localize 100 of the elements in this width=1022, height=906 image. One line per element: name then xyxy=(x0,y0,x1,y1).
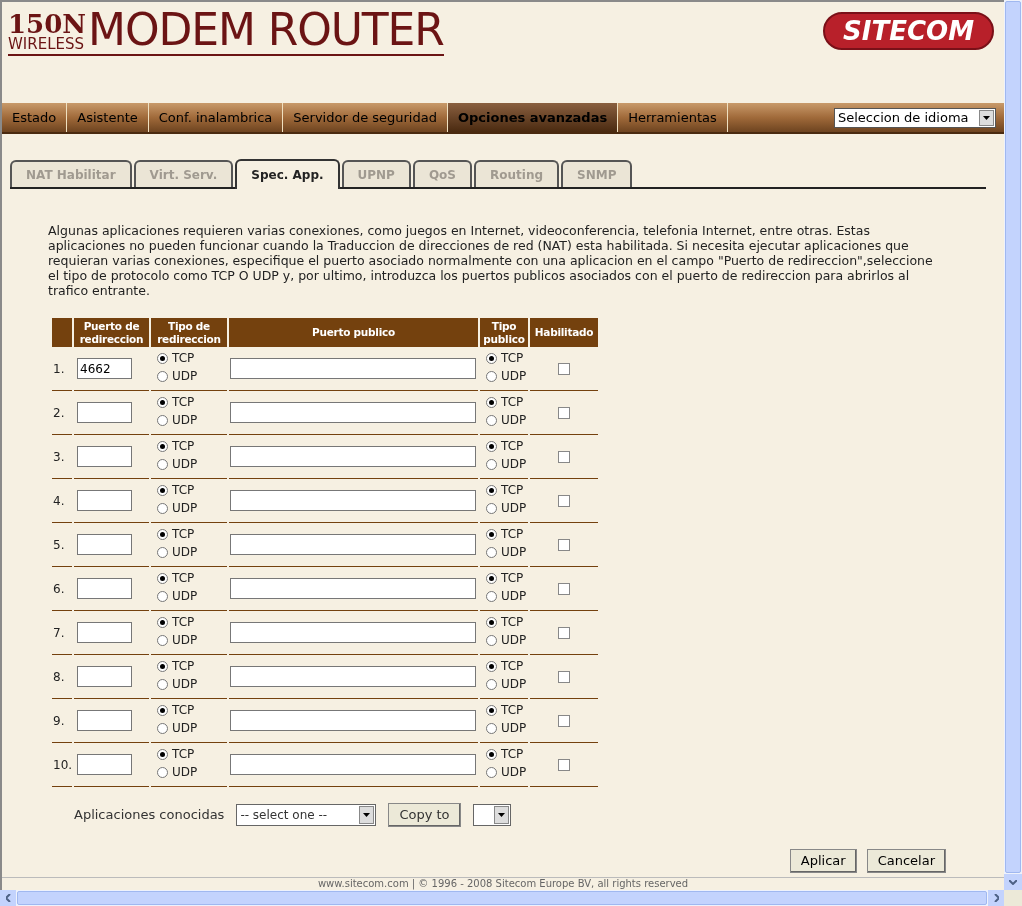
radio-button[interactable] xyxy=(157,572,168,584)
public-port-field[interactable] xyxy=(230,402,476,423)
radio-button[interactable] xyxy=(486,766,497,778)
logo-title: MODEM ROUTER xyxy=(88,8,444,52)
vertical-scrollbar[interactable] xyxy=(1004,0,1022,890)
redirect-port-field[interactable] xyxy=(77,402,132,423)
redirect-port-field[interactable] xyxy=(77,578,132,599)
public-port-field[interactable] xyxy=(230,754,476,775)
enabled-checkbox[interactable] xyxy=(558,494,570,507)
section-tab[interactable]: Spec. App. xyxy=(235,159,340,189)
radio-button[interactable] xyxy=(157,396,168,408)
radio-button[interactable] xyxy=(157,458,168,470)
column-header: Tipo de redireccion xyxy=(151,318,227,347)
radio-button[interactable] xyxy=(157,590,168,602)
radio-button[interactable] xyxy=(486,748,497,760)
radio-button[interactable] xyxy=(486,616,497,628)
radio-button[interactable] xyxy=(157,660,168,672)
enabled-checkbox[interactable] xyxy=(558,362,570,375)
row-number: 6. xyxy=(52,580,65,598)
radio-button[interactable] xyxy=(157,414,168,426)
radio-button[interactable] xyxy=(157,440,168,452)
scroll-down-icon[interactable] xyxy=(1009,879,1017,885)
radio-button[interactable] xyxy=(486,528,497,540)
radio-button[interactable] xyxy=(157,766,168,778)
enabled-checkbox[interactable] xyxy=(558,626,570,639)
row-number: 1. xyxy=(52,360,65,378)
public-port-field[interactable] xyxy=(230,622,476,643)
enabled-checkbox[interactable] xyxy=(558,450,570,463)
copy-target-select[interactable] xyxy=(472,804,511,826)
language-select[interactable]: Seleccion de idioma xyxy=(834,107,996,128)
redirect-port-field[interactable] xyxy=(77,490,132,511)
enabled-checkbox[interactable] xyxy=(558,670,570,683)
radio-button[interactable] xyxy=(486,414,497,426)
nav-tab[interactable]: Servidor de seguridad xyxy=(283,103,448,132)
radio-button[interactable] xyxy=(486,484,497,496)
radio-label: TCP xyxy=(172,351,195,365)
radio-button[interactable] xyxy=(157,502,168,514)
public-port-field[interactable] xyxy=(230,578,476,599)
radio-button[interactable] xyxy=(486,546,497,558)
radio-button[interactable] xyxy=(486,704,497,716)
copy-to-button[interactable]: Copy to xyxy=(388,803,461,827)
enabled-checkbox[interactable] xyxy=(558,758,570,771)
redirect-port-field[interactable] xyxy=(77,754,132,775)
radio-button[interactable] xyxy=(486,678,497,690)
enabled-checkbox[interactable] xyxy=(558,406,570,419)
enabled-checkbox[interactable] xyxy=(558,714,570,727)
radio-button[interactable] xyxy=(486,590,497,602)
radio-button[interactable] xyxy=(486,722,497,734)
radio-button[interactable] xyxy=(157,678,168,690)
nav-tab[interactable]: Opciones avanzadas xyxy=(447,103,619,132)
scroll-left-icon[interactable] xyxy=(5,894,11,902)
horizontal-scrollbar[interactable] xyxy=(0,890,1004,906)
public-port-field[interactable] xyxy=(230,666,476,687)
radio-button[interactable] xyxy=(486,440,497,452)
radio-button[interactable] xyxy=(486,352,497,364)
nav-tab[interactable]: Conf. inalambrica xyxy=(148,103,284,132)
radio-button[interactable] xyxy=(157,546,168,558)
redirect-port-field[interactable] xyxy=(77,534,132,555)
row-number: 7. xyxy=(52,624,65,642)
public-port-field[interactable] xyxy=(230,490,476,511)
radio-label: TCP xyxy=(501,439,524,453)
redirect-port-field[interactable] xyxy=(77,446,132,467)
radio-button[interactable] xyxy=(486,572,497,584)
action-button[interactable]: Aplicar xyxy=(789,849,857,873)
radio-button[interactable] xyxy=(486,370,497,382)
public-port-field[interactable] xyxy=(230,358,476,379)
public-port-field[interactable] xyxy=(230,446,476,467)
radio-button[interactable] xyxy=(157,616,168,628)
radio-button[interactable] xyxy=(486,502,497,514)
nav-tab[interactable]: Herramientas xyxy=(618,103,728,132)
radio-button[interactable] xyxy=(486,396,497,408)
radio-label: TCP xyxy=(172,747,195,761)
redirect-port-field[interactable] xyxy=(77,710,132,731)
radio-button[interactable] xyxy=(157,484,168,496)
redirect-port-field[interactable]: 4662 xyxy=(77,358,132,379)
radio-button[interactable] xyxy=(486,660,497,672)
public-port-field[interactable] xyxy=(230,710,476,731)
known-apps-select[interactable]: -- select one -- xyxy=(236,804,377,826)
radio-button[interactable] xyxy=(157,748,168,760)
radio-label: UDP xyxy=(501,501,527,515)
radio-button[interactable] xyxy=(157,370,168,382)
radio-label: UDP xyxy=(172,677,198,691)
radio-button[interactable] xyxy=(486,634,497,646)
public-port-field[interactable] xyxy=(230,534,476,555)
radio-button[interactable] xyxy=(486,458,497,470)
radio-button[interactable] xyxy=(157,528,168,540)
enabled-checkbox[interactable] xyxy=(558,582,570,595)
redirect-port-field[interactable] xyxy=(77,666,132,687)
row-number: 4. xyxy=(52,492,65,510)
action-button[interactable]: Cancelar xyxy=(866,849,946,873)
enabled-checkbox[interactable] xyxy=(558,538,570,551)
radio-button[interactable] xyxy=(157,722,168,734)
scroll-right-icon[interactable] xyxy=(993,894,999,902)
nav-tab[interactable]: Asistente xyxy=(67,103,149,132)
nav-tab[interactable]: Estado xyxy=(2,103,68,132)
radio-label: UDP xyxy=(172,589,198,603)
radio-button[interactable] xyxy=(157,634,168,646)
redirect-port-field[interactable] xyxy=(77,622,132,643)
radio-button[interactable] xyxy=(157,352,168,364)
radio-button[interactable] xyxy=(157,704,168,716)
